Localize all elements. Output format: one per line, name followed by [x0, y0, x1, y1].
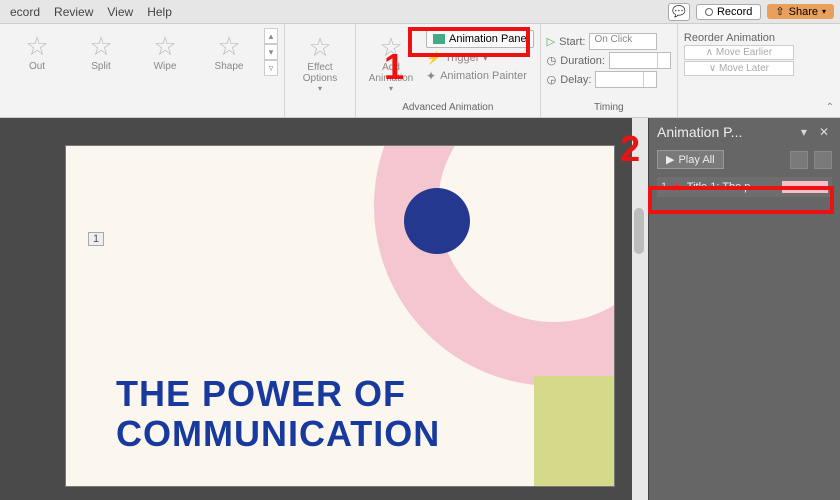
chevron-down-icon: ▾: [483, 54, 487, 63]
effect-options-label: Effect Options: [303, 62, 337, 84]
slide-canvas[interactable]: 1 THE POWER OF COMMUNICATION: [66, 146, 614, 486]
animation-pane: Animation P... ▾ ✕ ▶Play All 1 ★ Title 1…: [648, 118, 840, 500]
share-button[interactable]: ⇧ Share ▾: [767, 4, 834, 19]
play-icon: ▷: [547, 35, 555, 48]
brush-icon: ✦: [426, 69, 436, 83]
star-icon: ☆: [89, 33, 112, 59]
star-icon: ☆: [308, 34, 331, 60]
timeline-bar[interactable]: [782, 181, 828, 193]
ribbon: ☆Out ☆Split ☆Wipe ☆Shape ▴▾▿ ☆ Effect Op…: [0, 24, 840, 118]
close-icon[interactable]: ✕: [816, 125, 832, 139]
animation-order-tag[interactable]: 1: [88, 232, 104, 246]
reorder-title: Reorder Animation: [684, 32, 794, 44]
collapse-ribbon-icon[interactable]: ⌃: [826, 102, 834, 113]
shape-ring[interactable]: [374, 146, 614, 386]
pane-icon: [433, 34, 445, 44]
record-button[interactable]: Record: [696, 4, 761, 20]
title-bar: ecord Review View Help 💬 Record ⇧ Share …: [0, 0, 840, 24]
star-icon: ☆: [217, 33, 240, 59]
shape-rect[interactable]: [534, 376, 614, 486]
comments-icon[interactable]: 💬: [668, 3, 690, 21]
menu-review[interactable]: Review: [54, 5, 93, 19]
animation-list-item[interactable]: 1 ★ Title 1: The p...: [657, 177, 832, 197]
delay-input[interactable]: [595, 71, 657, 88]
share-label: Share: [789, 6, 818, 18]
delay-row: ◶Delay:: [547, 71, 671, 88]
scrollbar-thumb[interactable]: [634, 208, 644, 254]
item-label: Title 1: The p...: [687, 181, 760, 193]
slide-title[interactable]: THE POWER OF COMMUNICATION: [116, 374, 440, 453]
move-up-button[interactable]: [790, 151, 808, 169]
chevron-down-icon[interactable]: ▾: [264, 44, 278, 60]
clock-icon: ◷: [547, 54, 557, 67]
gallery-item-wipe[interactable]: ☆Wipe: [134, 29, 196, 76]
record-label: Record: [717, 6, 752, 18]
animation-pane-button[interactable]: Animation Pane: [426, 30, 534, 48]
share-icon: ⇧: [775, 5, 784, 18]
more-icon[interactable]: ▿: [264, 60, 278, 76]
animation-gallery[interactable]: ☆Out ☆Split ☆Wipe ☆Shape ▴▾▿: [6, 28, 278, 76]
gallery-item-split[interactable]: ☆Split: [70, 29, 132, 76]
add-animation-button[interactable]: ☆ Add Animation ▾: [362, 28, 420, 93]
start-row: ▷Start:On Click: [547, 33, 671, 50]
effect-icon: ★: [671, 179, 683, 195]
star-icon: ☆: [379, 34, 402, 60]
menu-bar: ecord Review View Help: [6, 5, 172, 19]
shape-circle[interactable]: [404, 188, 470, 254]
start-dropdown[interactable]: On Click: [589, 33, 657, 50]
effect-options-button[interactable]: ☆ Effect Options ▾: [291, 28, 349, 93]
move-earlier-button[interactable]: ∧ Move Earlier: [684, 45, 794, 60]
thumbnail-rail[interactable]: [0, 118, 14, 500]
menu-help[interactable]: Help: [147, 5, 172, 19]
pane-header: Animation P... ▾ ✕: [649, 118, 840, 146]
duration-row: ◷Duration:: [547, 52, 671, 69]
menu-record[interactable]: ecord: [10, 5, 40, 19]
workspace: 1 THE POWER OF COMMUNICATION Animation P…: [0, 118, 840, 500]
chevron-down-icon: ▾: [389, 84, 393, 93]
star-icon: ☆: [153, 33, 176, 59]
gallery-item-shape[interactable]: ☆Shape: [198, 29, 260, 76]
vertical-scrollbar[interactable]: [632, 118, 648, 500]
menu-view[interactable]: View: [107, 5, 133, 19]
chevron-down-icon: ▾: [822, 7, 826, 16]
gallery-item-out[interactable]: ☆Out: [6, 29, 68, 76]
bolt-icon: ⚡: [426, 51, 441, 65]
play-all-button[interactable]: ▶Play All: [657, 150, 724, 169]
clock-icon: ◶: [547, 73, 557, 86]
trigger-button[interactable]: ⚡Trigger▾: [426, 50, 534, 66]
move-down-button[interactable]: [814, 151, 832, 169]
chevron-down-icon: ▾: [318, 84, 322, 93]
group-label-timing: Timing: [594, 102, 624, 115]
add-animation-label: Add Animation: [369, 62, 413, 84]
animation-pane-label: Animation Pane: [449, 33, 527, 45]
animation-painter-button[interactable]: ✦Animation Painter: [426, 68, 534, 84]
chevron-up-icon[interactable]: ▴: [264, 28, 278, 44]
star-icon: ☆: [25, 33, 48, 59]
duration-input[interactable]: [609, 52, 671, 69]
slide-area[interactable]: 1 THE POWER OF COMMUNICATION: [14, 118, 632, 500]
record-dot-icon: [705, 8, 713, 16]
pane-title: Animation P...: [657, 124, 792, 140]
move-later-button[interactable]: ∨ Move Later: [684, 61, 794, 76]
item-index: 1: [661, 181, 667, 193]
group-label-advanced: Advanced Animation: [402, 102, 493, 115]
pane-toolbar: ▶Play All: [649, 146, 840, 173]
chevron-down-icon[interactable]: ▾: [798, 125, 810, 139]
gallery-nav[interactable]: ▴▾▿: [264, 28, 278, 76]
play-icon: ▶: [666, 153, 674, 166]
